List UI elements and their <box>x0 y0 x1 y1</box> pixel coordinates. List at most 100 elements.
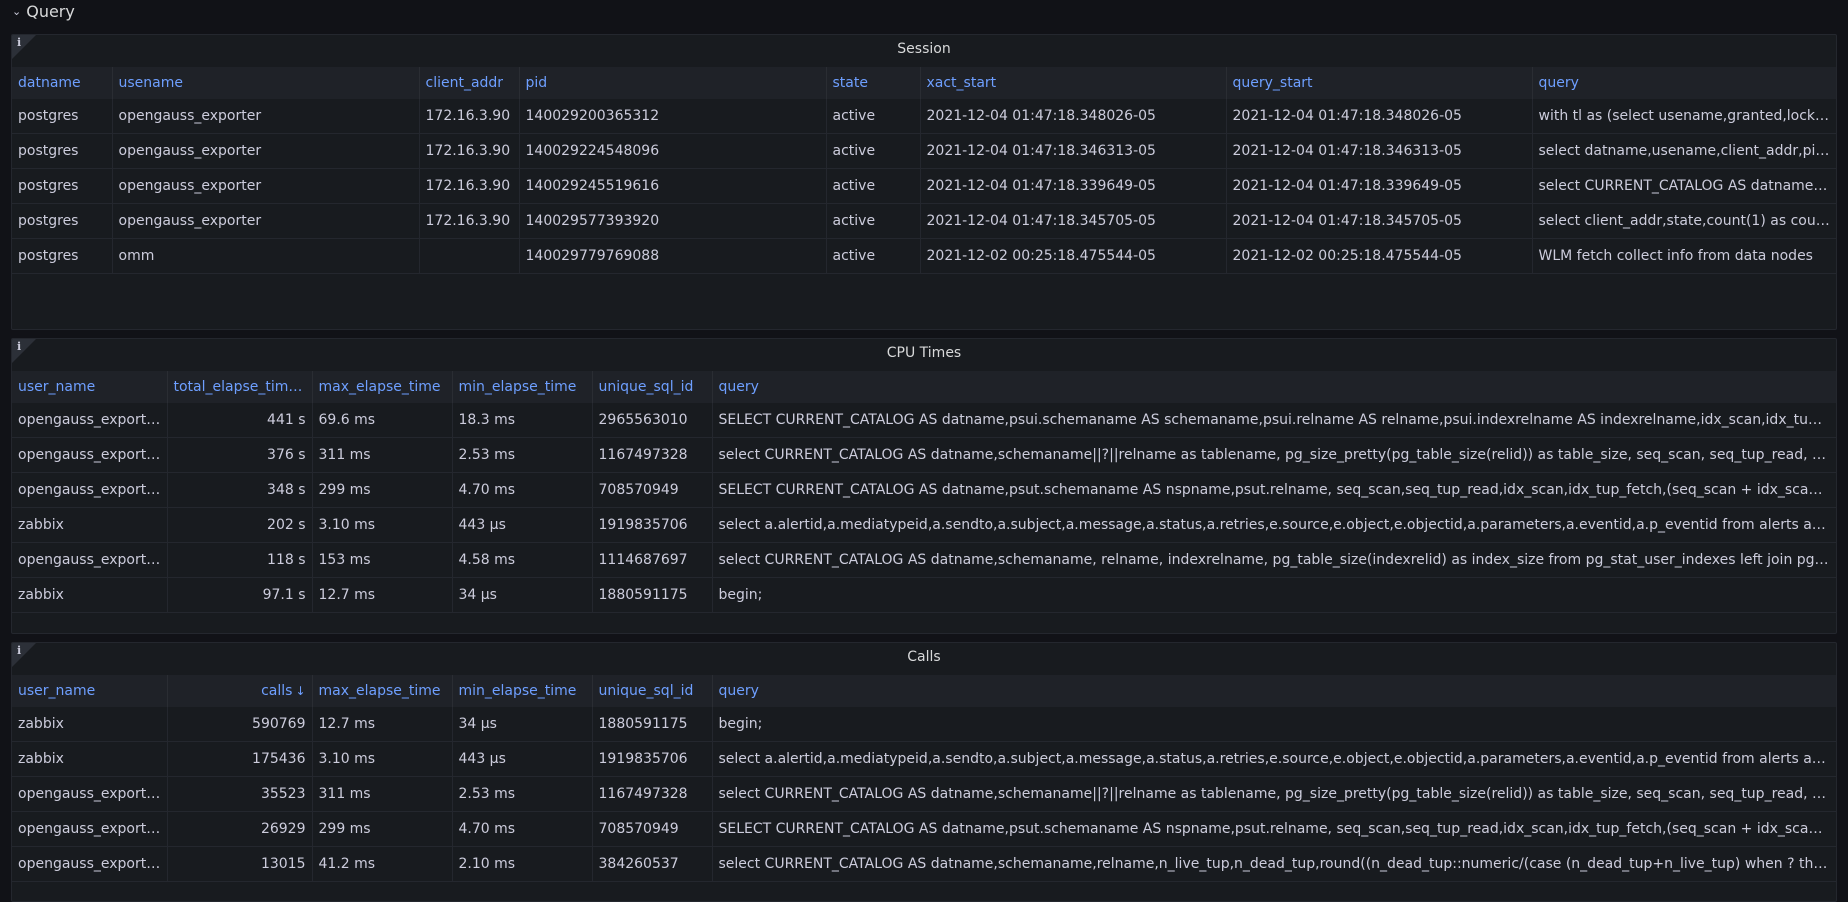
table-row: zabbix 175436 3.10 ms 443 µs 1919835706 selec… <box>12 741 1836 777</box>
cell-unique-sql-id: 384260537 <box>592 846 713 882</box>
column-header-label: state <box>832 75 868 91</box>
cell-max-elapse-time: 311 ms <box>312 437 453 473</box>
cell-query: select CURRENT_CATALOG AS datname,schema… <box>712 846 1836 882</box>
column-header-user-name[interactable]: user_name <box>12 371 168 403</box>
panel-title: CPU Times <box>886 345 962 361</box>
cell-pid: 140029245519616 <box>519 168 827 204</box>
column-header-min-elapse-time[interactable]: min_elapse_time <box>452 675 593 707</box>
panel-corner <box>12 643 36 667</box>
column-header-label: query <box>718 683 759 699</box>
cell-query: WLM fetch collect info from data nodes <box>1532 238 1836 274</box>
table-row: zabbix 590769 12.7 ms 34 µs 1880591175 begin; <box>12 707 1836 742</box>
cell-user-name: opengauss_exporter <box>12 542 168 578</box>
cell-query: select CURRENT_CATALOG AS datname,schema… <box>712 437 1836 473</box>
cell-max-elapse-time: 12.7 ms <box>312 707 453 742</box>
cell-pid: 140029577393920 <box>519 203 827 239</box>
column-header-datname[interactable]: datname <box>12 67 113 99</box>
column-header-label: usename <box>118 75 183 91</box>
column-header-max-elapse-time[interactable]: max_elapse_time <box>312 371 453 403</box>
table-row: postgres opengauss_exporter 172.16.3.90 140… <box>12 168 1836 204</box>
cell-query: select CURRENT_CATALOG AS datname,schema… <box>712 776 1836 812</box>
cell-datname: postgres <box>12 203 113 239</box>
cell-user-name: opengauss_exporter <box>12 472 168 508</box>
cell-unique-sql-id: 1919835706 <box>592 741 713 777</box>
chevron-down-icon: ⌄ <box>12 4 22 18</box>
column-header-query[interactable]: query <box>712 675 1836 707</box>
cell-state: active <box>826 203 921 239</box>
cell-unique-sql-id: 708570949 <box>592 811 713 847</box>
cell-user-name: opengauss_exporter <box>12 437 168 473</box>
cell-user-name: opengauss_exporter <box>12 846 168 882</box>
row-header-query[interactable]: ⌄ Query <box>12 0 75 22</box>
cell-total-elapse-time: 376 s <box>167 437 313 473</box>
column-header-client-addr[interactable]: client_addr <box>419 67 520 99</box>
column-header-query-start[interactable]: query_start <box>1226 67 1533 99</box>
cell-user-name: opengauss_exporter <box>12 776 168 812</box>
column-header-label: user_name <box>18 683 96 699</box>
cell-user-name: opengauss_exporter <box>12 811 168 847</box>
cell-state: active <box>826 99 921 134</box>
cpu-times-panel: i CPU Times user_name total_elapse_time ↓ m… <box>11 338 1837 634</box>
cell-datname: postgres <box>12 168 113 204</box>
column-header-pid[interactable]: pid <box>519 67 827 99</box>
column-header-calls[interactable]: calls ↓ <box>167 675 313 707</box>
column-header-label: query <box>718 379 759 395</box>
column-header-state[interactable]: state <box>826 67 921 99</box>
cell-pid: 140029200365312 <box>519 99 827 134</box>
column-header-label: calls <box>261 683 293 699</box>
cell-max-elapse-time: 3.10 ms <box>312 741 453 777</box>
table-row: opengauss_exporter 118 s 153 ms 4.58 ms 1114… <box>12 542 1836 578</box>
column-header-min-elapse-time[interactable]: min_elapse_time <box>452 371 593 403</box>
column-header-max-elapse-time[interactable]: max_elapse_time <box>312 675 453 707</box>
column-header-label: min_elapse_time <box>458 683 577 699</box>
column-header-xact-start[interactable]: xact_start <box>920 67 1227 99</box>
cell-xact-start: 2021-12-04 01:47:18.345705-05 <box>920 203 1227 239</box>
cell-min-elapse-time: 18.3 ms <box>452 403 593 438</box>
column-header-total-elapse-time[interactable]: total_elapse_time ↓ <box>167 371 313 403</box>
cell-max-elapse-time: 69.6 ms <box>312 403 453 438</box>
cell-query: select a.alertid,a.mediatypeid,a.sendto,… <box>712 507 1836 543</box>
panel-corner <box>12 339 36 363</box>
cell-client-addr <box>419 238 520 274</box>
cell-datname: postgres <box>12 238 113 274</box>
panel-title: Session <box>897 41 951 57</box>
panel-corner <box>12 35 36 59</box>
cell-query: SELECT CURRENT_CATALOG AS datname,psui.s… <box>712 403 1836 438</box>
info-icon[interactable]: i <box>17 340 21 353</box>
cell-state: active <box>826 168 921 204</box>
table-row: postgres omm 140029779769088 active 2021-12-… <box>12 238 1836 274</box>
cell-calls: 35523 <box>167 776 313 812</box>
cell-query: with tl as (select usename,granted,lockt… <box>1532 99 1836 134</box>
column-header-query[interactable]: query <box>1532 67 1836 99</box>
cell-min-elapse-time: 4.70 ms <box>452 811 593 847</box>
cell-max-elapse-time: 153 ms <box>312 542 453 578</box>
cell-query: select client_addr,state,count(1) as cou… <box>1532 203 1836 239</box>
cell-query: begin; <box>712 577 1836 613</box>
cell-datname: postgres <box>12 99 113 134</box>
column-header-query[interactable]: query <box>712 371 1836 403</box>
info-icon[interactable]: i <box>17 644 21 657</box>
cell-query: select a.alertid,a.mediatypeid,a.sendto,… <box>712 741 1836 777</box>
column-header-unique-sql-id[interactable]: unique_sql_id <box>592 371 713 403</box>
info-icon[interactable]: i <box>17 36 21 49</box>
cell-max-elapse-time: 41.2 ms <box>312 846 453 882</box>
cell-client-addr: 172.16.3.90 <box>419 99 520 134</box>
cell-query: SELECT CURRENT_CATALOG AS datname,psut.s… <box>712 811 1836 847</box>
cell-xact-start: 2021-12-04 01:47:18.339649-05 <box>920 168 1227 204</box>
column-header-user-name[interactable]: user_name <box>12 675 168 707</box>
cell-unique-sql-id: 1919835706 <box>592 507 713 543</box>
cell-calls: 13015 <box>167 846 313 882</box>
cell-calls: 590769 <box>167 707 313 742</box>
column-header-usename[interactable]: usename <box>112 67 420 99</box>
cell-max-elapse-time: 299 ms <box>312 811 453 847</box>
table-row: opengauss_exporter 376 s 311 ms 2.53 ms 1167… <box>12 437 1836 473</box>
cell-max-elapse-time: 299 ms <box>312 472 453 508</box>
cell-xact-start: 2021-12-04 01:47:18.346313-05 <box>920 133 1227 169</box>
table-row: opengauss_exporter 13015 41.2 ms 2.10 ms 384… <box>12 846 1836 882</box>
cell-user-name: zabbix <box>12 507 168 543</box>
column-header-unique-sql-id[interactable]: unique_sql_id <box>592 675 713 707</box>
cell-query-start: 2021-12-04 01:47:18.339649-05 <box>1226 168 1533 204</box>
cell-datname: postgres <box>12 133 113 169</box>
cell-client-addr: 172.16.3.90 <box>419 203 520 239</box>
arrow-down-icon: ↓ <box>295 684 306 698</box>
